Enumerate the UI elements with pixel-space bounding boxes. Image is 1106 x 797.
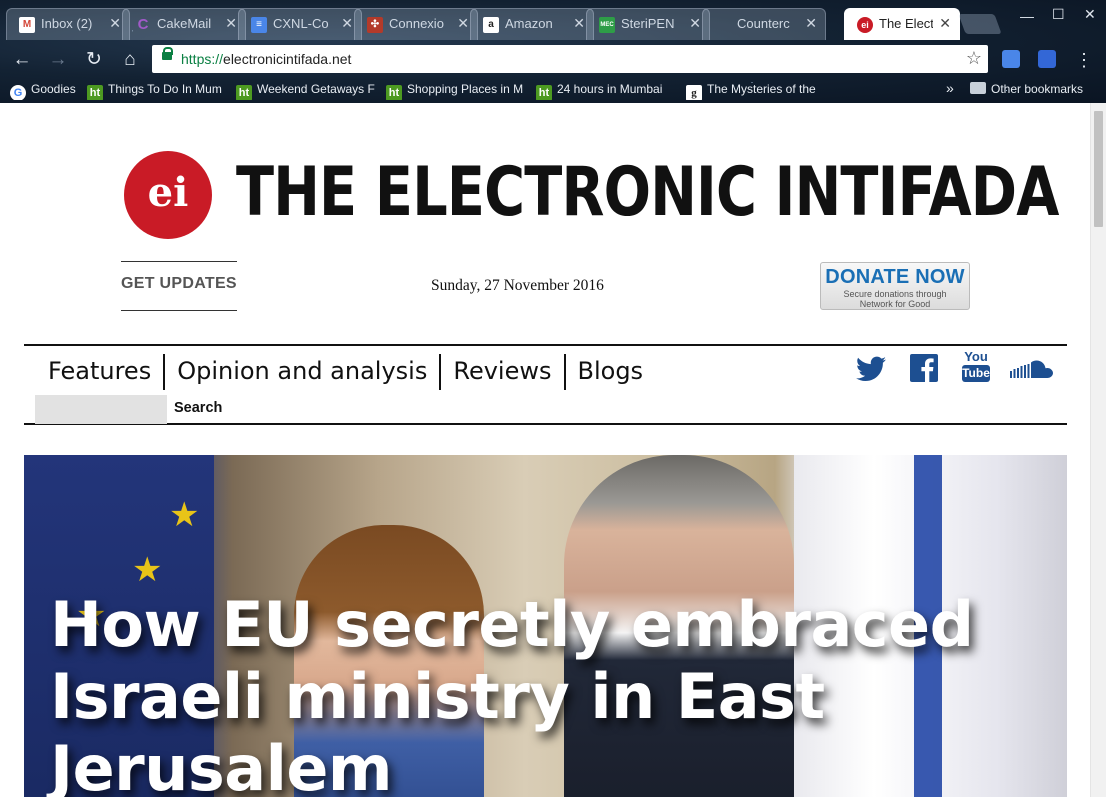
- donate-subtitle-2: Network for Good: [859, 299, 931, 309]
- home-icon[interactable]: ⌂: [118, 48, 142, 72]
- bookmark-24-hours-mumbai[interactable]: ht 24 hours in Mumbai: [536, 82, 676, 100]
- tab-steripen[interactable]: MEC SteriPEN ✕: [586, 8, 710, 40]
- soundcloud-icon[interactable]: [1010, 360, 1056, 380]
- ht-icon: ht: [536, 85, 552, 100]
- site-title[interactable]: THE ELECTRONIC INTIFADA: [236, 153, 1059, 232]
- tab-amazon[interactable]: a Amazon ✕: [470, 8, 594, 40]
- youtube-label-bottom: Tube: [962, 365, 990, 382]
- tab-inbox[interactable]: M Inbox (2) ✕: [6, 8, 130, 40]
- back-arrow-icon[interactable]: ←: [10, 48, 34, 72]
- youtube-label-top: You: [964, 349, 988, 364]
- site-logo[interactable]: ei: [124, 151, 212, 239]
- hero-article[interactable]: ★ ★ ★ How EU secretly embraced Israeli m…: [24, 455, 1067, 797]
- connexion-icon: ✣: [367, 17, 383, 33]
- mec-icon: MEC: [599, 17, 615, 33]
- close-window-icon[interactable]: ✕: [1084, 6, 1096, 23]
- close-icon[interactable]: ✕: [573, 15, 585, 32]
- tab-counter[interactable]: Counterc ✕: [702, 8, 826, 40]
- bookmark-weekend-getaways[interactable]: ht Weekend Getaways F: [236, 82, 376, 100]
- tab-title: Inbox (2): [41, 16, 93, 31]
- ht-icon: ht: [386, 85, 402, 100]
- translate-extension-icon[interactable]: [1002, 50, 1020, 68]
- star-icon: ★: [169, 496, 200, 534]
- address-bar[interactable]: https://electronicintifada.net ☆: [152, 45, 988, 73]
- facebook-icon[interactable]: [910, 354, 938, 382]
- google-docs-icon: ≡: [251, 17, 267, 33]
- bookmark-star-icon[interactable]: ☆: [966, 48, 982, 69]
- forward-arrow-icon[interactable]: →: [46, 48, 70, 72]
- star-icon: ★: [132, 551, 163, 589]
- tab-title: Connexio: [389, 16, 444, 31]
- google-icon: G: [10, 85, 26, 100]
- close-icon[interactable]: ✕: [457, 15, 469, 32]
- tab-title: Counterc: [737, 16, 790, 31]
- ht-icon: ht: [236, 85, 252, 100]
- current-date: Sunday, 27 November 2016: [431, 277, 604, 294]
- donate-title: DONATE NOW: [825, 266, 965, 288]
- get-updates-link[interactable]: GET UPDATES: [121, 261, 237, 311]
- search-button[interactable]: Search: [174, 400, 222, 416]
- minimize-icon[interactable]: —: [1020, 8, 1034, 24]
- amazon-icon: a: [483, 17, 499, 33]
- nav-blogs[interactable]: Blogs: [563, 354, 656, 390]
- bookmarks-overflow-button[interactable]: »: [946, 80, 954, 98]
- close-icon[interactable]: ✕: [805, 15, 817, 32]
- bookmark-shopping-places[interactable]: ht Shopping Places in M: [386, 82, 526, 100]
- reload-icon[interactable]: ↻: [82, 48, 106, 72]
- browser-chrome: M Inbox (2) ✕ C CakeMail ✕ ≡ CXNL-Co ✕ ✣…: [0, 0, 1106, 103]
- tab-title: SteriPEN: [621, 16, 675, 31]
- cakemail-icon: C: [137, 16, 149, 33]
- tab-title: Amazon: [505, 16, 553, 31]
- close-icon[interactable]: ✕: [225, 15, 237, 32]
- other-bookmarks[interactable]: Other bookmarks: [970, 82, 1090, 100]
- g-icon: g: [686, 85, 702, 100]
- page-content: ei THE ELECTRONIC INTIFADA GET UPDATES S…: [0, 103, 1090, 797]
- main-navigation: Features Opinion and analysis Reviews Bl…: [24, 344, 1067, 425]
- tab-title: CakeMail: [157, 16, 212, 31]
- lock-icon: [162, 47, 173, 60]
- scrollbar-thumb[interactable]: [1094, 111, 1103, 227]
- bookmark-goodies[interactable]: G Goodies: [10, 82, 85, 100]
- tab-strip: M Inbox (2) ✕ C CakeMail ✕ ≡ CXNL-Co ✕ ✣…: [0, 0, 1106, 40]
- folder-icon: [970, 82, 986, 94]
- ei-icon: ei: [857, 17, 873, 33]
- youtube-icon[interactable]: You Tube: [962, 350, 990, 384]
- nav-opinion-analysis[interactable]: Opinion and analysis: [163, 354, 439, 390]
- counter-icon: [715, 17, 731, 33]
- gmail-icon: M: [19, 17, 35, 33]
- bookmarks-bar: G Goodies ht Things To Do In Mum ht Weekend…: [0, 78, 1106, 103]
- donate-subtitle: Secure donations through: [843, 289, 947, 299]
- twitter-icon[interactable]: [856, 356, 886, 382]
- tab-title: CXNL-Co: [273, 16, 329, 31]
- close-icon[interactable]: ✕: [689, 15, 701, 32]
- tab-cakemail[interactable]: C CakeMail ✕: [122, 8, 246, 40]
- tab-title: The Electr: [879, 16, 933, 31]
- bookmark-things-to-do[interactable]: ht Things To Do In Mum: [87, 82, 227, 100]
- maximize-icon[interactable]: ☐: [1052, 6, 1065, 23]
- donate-button[interactable]: DONATE NOW Secure donations through Netw…: [820, 262, 970, 310]
- bookmark-mysteries[interactable]: g The Mysteries of the: [686, 82, 826, 100]
- ht-icon: ht: [87, 85, 103, 100]
- tab-cxnl-doc[interactable]: ≡ CXNL-Co ✕: [238, 8, 362, 40]
- nav-features[interactable]: Features: [40, 354, 163, 390]
- toolbar: ← → ↻ ⌂ https://electronicintifada.net ☆…: [0, 40, 1106, 78]
- search-input[interactable]: [35, 395, 167, 424]
- close-icon[interactable]: ✕: [341, 15, 353, 32]
- vertical-scrollbar[interactable]: [1090, 103, 1106, 797]
- new-tab-button[interactable]: [958, 14, 1002, 34]
- close-icon[interactable]: ✕: [939, 15, 951, 32]
- tab-electronic-intifada[interactable]: ei The Electr ✕: [844, 8, 960, 40]
- close-icon[interactable]: ✕: [109, 15, 121, 32]
- tab-connexion[interactable]: ✣ Connexio ✕: [354, 8, 478, 40]
- nav-reviews[interactable]: Reviews: [439, 354, 563, 390]
- menu-dots-icon[interactable]: ⋮: [1072, 48, 1096, 72]
- url-text: https://electronicintifada.net: [181, 51, 352, 67]
- hero-headline[interactable]: How EU secretly embraced Israeli ministr…: [50, 589, 1010, 797]
- extension-icon[interactable]: [1038, 50, 1056, 68]
